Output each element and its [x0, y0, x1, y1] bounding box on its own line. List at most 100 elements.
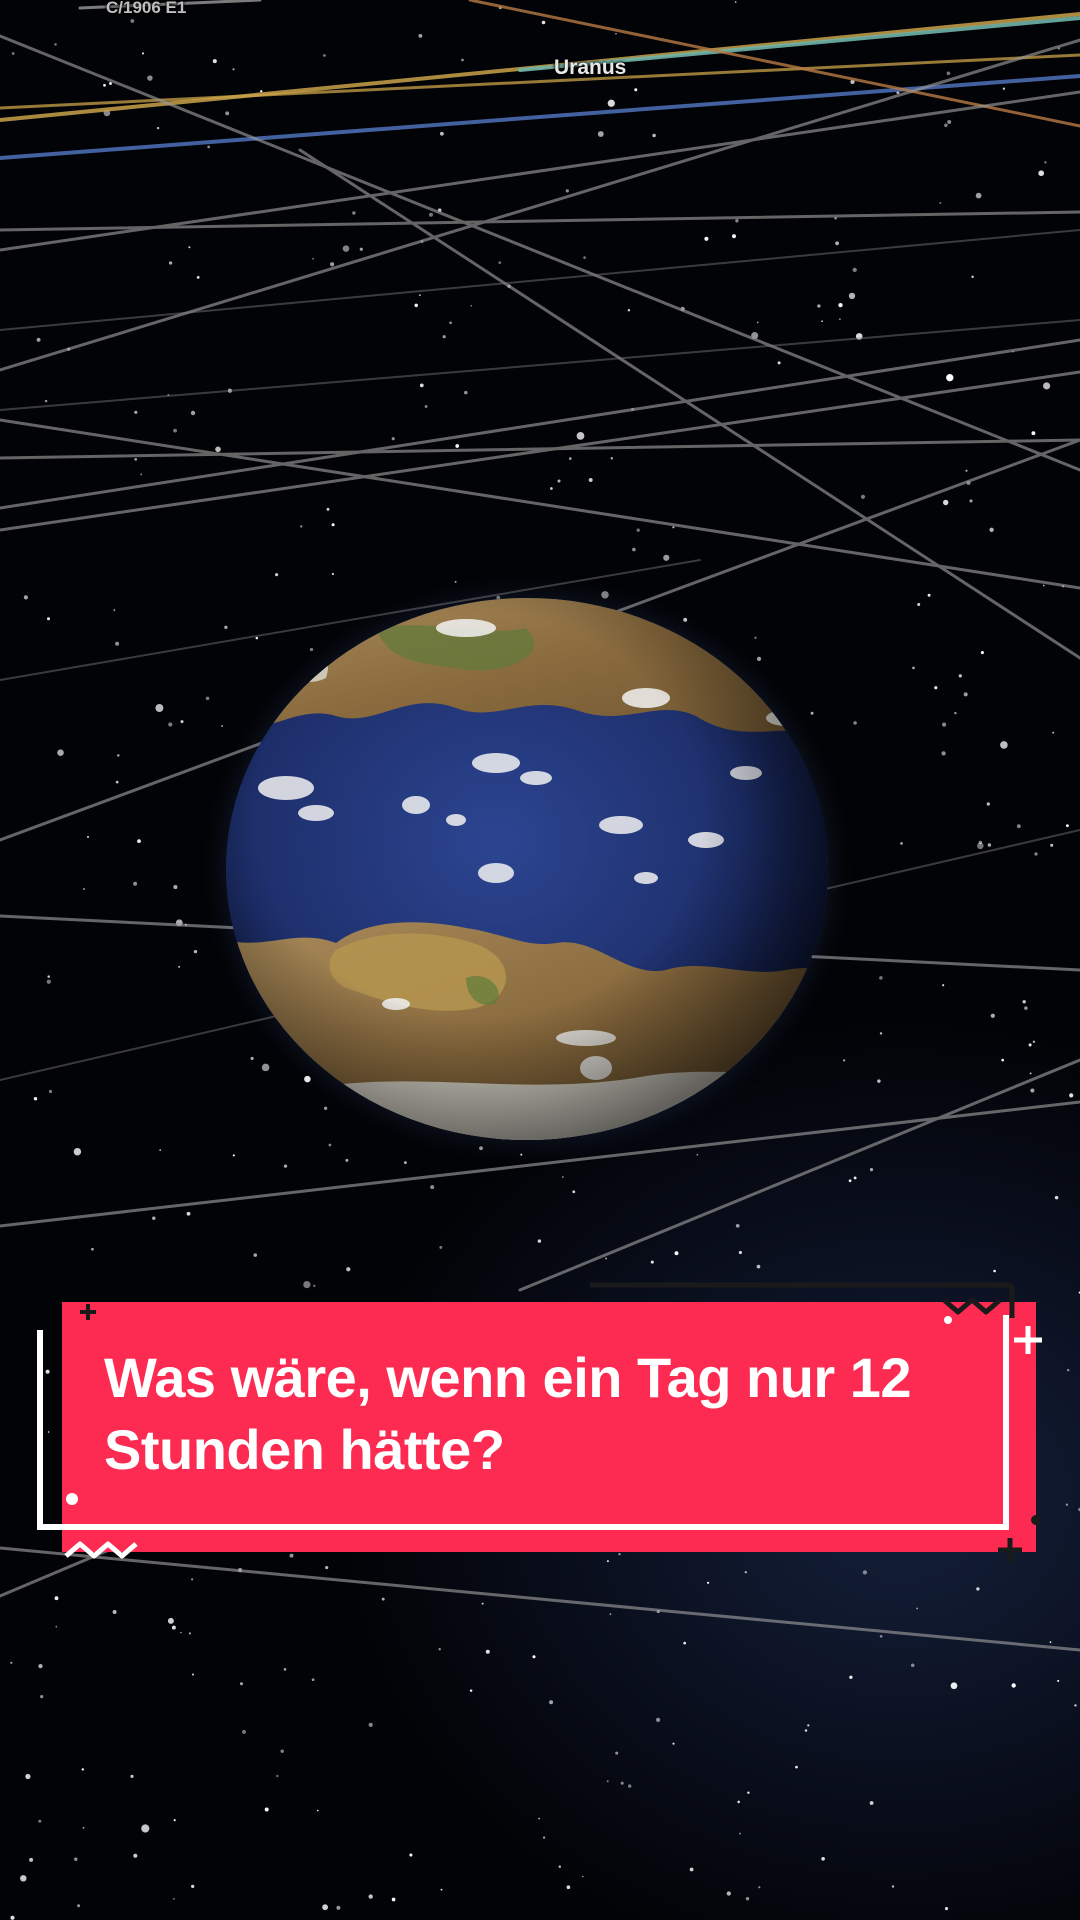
- uranus-orbit-label: Uranus: [554, 56, 627, 79]
- star: [683, 617, 688, 622]
- star: [83, 888, 85, 890]
- orbit-line-gray: [298, 148, 1080, 660]
- star: [735, 1223, 740, 1228]
- star: [561, 1176, 564, 1178]
- star: [963, 692, 968, 697]
- star: [275, 573, 279, 577]
- star: [842, 1059, 846, 1062]
- star: [663, 554, 670, 561]
- star: [917, 603, 921, 606]
- star: [731, 234, 737, 239]
- star: [817, 304, 821, 308]
- star: [391, 1897, 396, 1902]
- star: [804, 1729, 808, 1732]
- star: [807, 1724, 810, 1727]
- star: [1022, 1000, 1026, 1004]
- star: [207, 145, 211, 149]
- star: [250, 1056, 254, 1060]
- star: [283, 1668, 287, 1671]
- star: [538, 1817, 540, 1820]
- star: [73, 1147, 82, 1156]
- star: [173, 428, 177, 433]
- star: [260, 90, 263, 93]
- star: [342, 245, 350, 252]
- star: [1044, 161, 1047, 164]
- star: [439, 1245, 443, 1249]
- star: [583, 256, 586, 259]
- star: [25, 1773, 31, 1780]
- star: [943, 499, 949, 506]
- star: [946, 71, 951, 76]
- star: [1049, 1641, 1052, 1643]
- star: [756, 656, 762, 662]
- star: [632, 547, 636, 552]
- star: [130, 19, 135, 23]
- star: [48, 1089, 53, 1094]
- star: [141, 1824, 150, 1833]
- star: [541, 20, 546, 25]
- star: [173, 1898, 175, 1900]
- star: [112, 1610, 117, 1614]
- star: [242, 1729, 246, 1734]
- star: [133, 1853, 138, 1858]
- star: [255, 636, 259, 640]
- star: [191, 1884, 195, 1889]
- star: [336, 1905, 341, 1910]
- star: [689, 1867, 694, 1872]
- star: [754, 636, 757, 639]
- star: [1042, 584, 1045, 587]
- star: [986, 802, 990, 806]
- star: [368, 1894, 373, 1899]
- star: [309, 647, 314, 652]
- star: [1028, 1043, 1032, 1047]
- star: [734, 1, 737, 3]
- star: [346, 1267, 351, 1272]
- star: [1066, 824, 1069, 828]
- star: [331, 572, 334, 576]
- star: [74, 1857, 78, 1862]
- star: [38, 1663, 43, 1669]
- star: [1054, 1195, 1059, 1200]
- star: [860, 494, 866, 499]
- star: [323, 1106, 328, 1110]
- star: [813, 1283, 818, 1288]
- star: [442, 335, 446, 339]
- star: [944, 1907, 949, 1911]
- star: [610, 457, 613, 460]
- star: [615, 32, 617, 35]
- star: [581, 1875, 584, 1878]
- star: [359, 247, 363, 251]
- star: [971, 275, 974, 278]
- star: [557, 479, 561, 483]
- star: [747, 1791, 750, 1794]
- star: [46, 617, 51, 621]
- star: [620, 1781, 624, 1785]
- star: [976, 1587, 980, 1591]
- star: [605, 1257, 608, 1260]
- star: [672, 1742, 675, 1745]
- star: [300, 525, 303, 528]
- star: [188, 246, 191, 249]
- star: [1038, 170, 1045, 177]
- star: [947, 119, 952, 125]
- star: [331, 523, 335, 527]
- star: [418, 34, 423, 38]
- star: [38, 1819, 42, 1823]
- star: [180, 1631, 182, 1634]
- star: [737, 1800, 740, 1804]
- star: [221, 725, 224, 727]
- star: [469, 1689, 473, 1692]
- star: [900, 842, 903, 845]
- star: [558, 1865, 561, 1868]
- star: [735, 219, 739, 223]
- star: [498, 261, 502, 264]
- star: [47, 1431, 50, 1433]
- star: [409, 1853, 413, 1857]
- star: [1024, 1006, 1028, 1010]
- star: [990, 1013, 995, 1018]
- star: [115, 780, 119, 784]
- star: [1067, 1369, 1070, 1372]
- orbit-line-gray: [0, 210, 1080, 232]
- star: [391, 437, 395, 441]
- star: [1001, 1058, 1004, 1062]
